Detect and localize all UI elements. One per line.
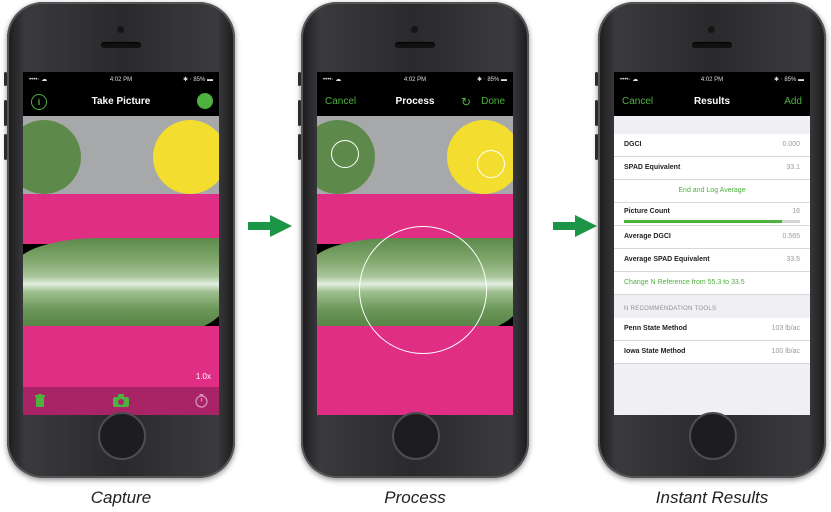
volume-up-button bbox=[595, 100, 598, 126]
yellow-reference-disk bbox=[153, 120, 219, 194]
row-value: 0.565 bbox=[782, 233, 800, 240]
row-label: Change N Reference from 55.3 to 33.5 bbox=[624, 279, 745, 286]
home-button bbox=[98, 412, 146, 460]
row-value: 0.000 bbox=[782, 141, 800, 148]
yellow-sample-ring[interactable] bbox=[477, 150, 505, 178]
home-button bbox=[689, 412, 737, 460]
row-value: 103 lb/ac bbox=[771, 325, 800, 332]
row-value: 100 lb/ac bbox=[771, 348, 800, 355]
front-camera bbox=[117, 26, 124, 33]
battery-indicator: ✱ ‧ 85% ▬ bbox=[477, 77, 507, 83]
row-label: DGCI bbox=[624, 141, 642, 148]
row-label: End and Log Average bbox=[678, 187, 746, 194]
average-dgci-row: Average DGCI 0.565 bbox=[614, 226, 810, 249]
gear-icon[interactable] bbox=[199, 95, 211, 107]
status-bar: ••••◦ ☁ 4:02 PM ✱ ‧ 85% ▬ bbox=[614, 72, 810, 88]
row-label: Picture Count bbox=[624, 208, 670, 215]
volume-up-button bbox=[298, 100, 301, 126]
row-label: Average DGCI bbox=[624, 233, 671, 240]
spad-row: SPAD Equivalent 33.1 bbox=[614, 157, 810, 180]
average-spad-row: Average SPAD Equivalent 33.5 bbox=[614, 249, 810, 272]
phone-results: ••••◦ ☁ 4:02 PM ✱ ‧ 85% ▬ Cancel Results… bbox=[595, 2, 826, 478]
status-bar: ••••◦ ☁ 4:02 PM ✱ ‧ 85% ▬ bbox=[317, 72, 513, 88]
penn-state-method-row[interactable]: Penn State Method 103 lb/ac bbox=[614, 318, 810, 341]
timer-icon[interactable] bbox=[195, 394, 208, 413]
earpiece-speaker bbox=[395, 42, 435, 48]
volume-down-button bbox=[595, 134, 598, 160]
process-navbar: Cancel Process ↻ Done bbox=[317, 88, 513, 116]
results-list: DGCI 0.000 SPAD Equivalent 33.1 End and … bbox=[614, 116, 810, 415]
status-bar: ••••◦ ☁ 4:02 PM ✱ ‧ 85% ▬ bbox=[23, 72, 219, 88]
picture-count-row: Picture Count 16 bbox=[614, 203, 810, 226]
process-screen: ••••◦ ☁ 4:02 PM ✱ ‧ 85% ▬ Cancel Process… bbox=[317, 72, 513, 415]
capture-navbar: i Take Picture bbox=[23, 88, 219, 116]
corn-leaf bbox=[23, 238, 219, 334]
arrow-right-icon bbox=[248, 215, 292, 237]
magenta-card-top bbox=[23, 194, 219, 244]
magenta-card-bottom bbox=[23, 326, 219, 389]
phone-process: ••••◦ ☁ 4:02 PM ✱ ‧ 85% ▬ Cancel Process… bbox=[298, 2, 529, 478]
zoom-label[interactable]: 1.0x bbox=[196, 372, 211, 381]
progress-fill bbox=[624, 220, 783, 223]
end-and-log-average-button[interactable]: End and Log Average bbox=[614, 180, 810, 203]
front-camera bbox=[411, 26, 418, 33]
mute-switch bbox=[595, 72, 598, 86]
row-label: Iowa State Method bbox=[624, 348, 686, 355]
change-n-reference-button[interactable]: Change N Reference from 55.3 to 33.5 bbox=[614, 272, 810, 295]
leaf-sample-ring[interactable] bbox=[359, 226, 487, 354]
caption-instant-results: Instant Results bbox=[655, 488, 769, 507]
section-header: N RECOMMENDATION TOOLS bbox=[624, 306, 717, 312]
mute-switch bbox=[4, 72, 7, 86]
volume-down-button bbox=[298, 134, 301, 160]
capture-screen: ••••◦ ☁ 4:02 PM ✱ ‧ 85% ▬ i Take Picture… bbox=[23, 72, 219, 415]
home-button bbox=[392, 412, 440, 460]
green-sample-ring[interactable] bbox=[331, 140, 359, 168]
done-button[interactable]: Done bbox=[481, 88, 505, 116]
caption-capture: Capture bbox=[90, 488, 152, 507]
page-title: Results bbox=[693, 96, 731, 107]
row-label: SPAD Equivalent bbox=[624, 164, 681, 171]
battery-indicator: ✱ ‧ 85% ▬ bbox=[774, 77, 804, 83]
row-value: 33.1 bbox=[786, 164, 800, 171]
volume-up-button bbox=[4, 100, 7, 126]
row-value: 16 bbox=[792, 208, 800, 215]
earpiece-speaker bbox=[692, 42, 732, 48]
trash-icon[interactable] bbox=[35, 394, 45, 412]
camera-icon[interactable] bbox=[113, 394, 129, 412]
dgci-row: DGCI 0.000 bbox=[614, 134, 810, 157]
arrow-right-icon bbox=[553, 215, 597, 237]
results-screen: ••••◦ ☁ 4:02 PM ✱ ‧ 85% ▬ Cancel Results… bbox=[614, 72, 810, 415]
capture-toolbar bbox=[23, 387, 219, 415]
earpiece-speaker bbox=[101, 42, 141, 48]
page-title: Take Picture bbox=[91, 96, 151, 107]
row-value: 33.5 bbox=[786, 256, 800, 263]
add-button[interactable]: Add bbox=[784, 88, 802, 116]
refresh-icon[interactable]: ↻ bbox=[461, 88, 471, 116]
results-navbar: Cancel Results Add bbox=[614, 88, 810, 116]
front-camera bbox=[708, 26, 715, 33]
caption-process: Process bbox=[384, 488, 446, 507]
row-label: Average SPAD Equivalent bbox=[624, 256, 710, 263]
row-label: Penn State Method bbox=[624, 325, 688, 332]
phone-capture: ••••◦ ☁ 4:02 PM ✱ ‧ 85% ▬ i Take Picture… bbox=[4, 2, 235, 478]
mute-switch bbox=[298, 72, 301, 86]
iowa-state-method-row[interactable]: Iowa State Method 100 lb/ac bbox=[614, 341, 810, 364]
volume-down-button bbox=[4, 134, 7, 160]
battery-indicator: ✱ ‧ 85% ▬ bbox=[183, 77, 213, 83]
picture-count-progress bbox=[624, 220, 800, 223]
